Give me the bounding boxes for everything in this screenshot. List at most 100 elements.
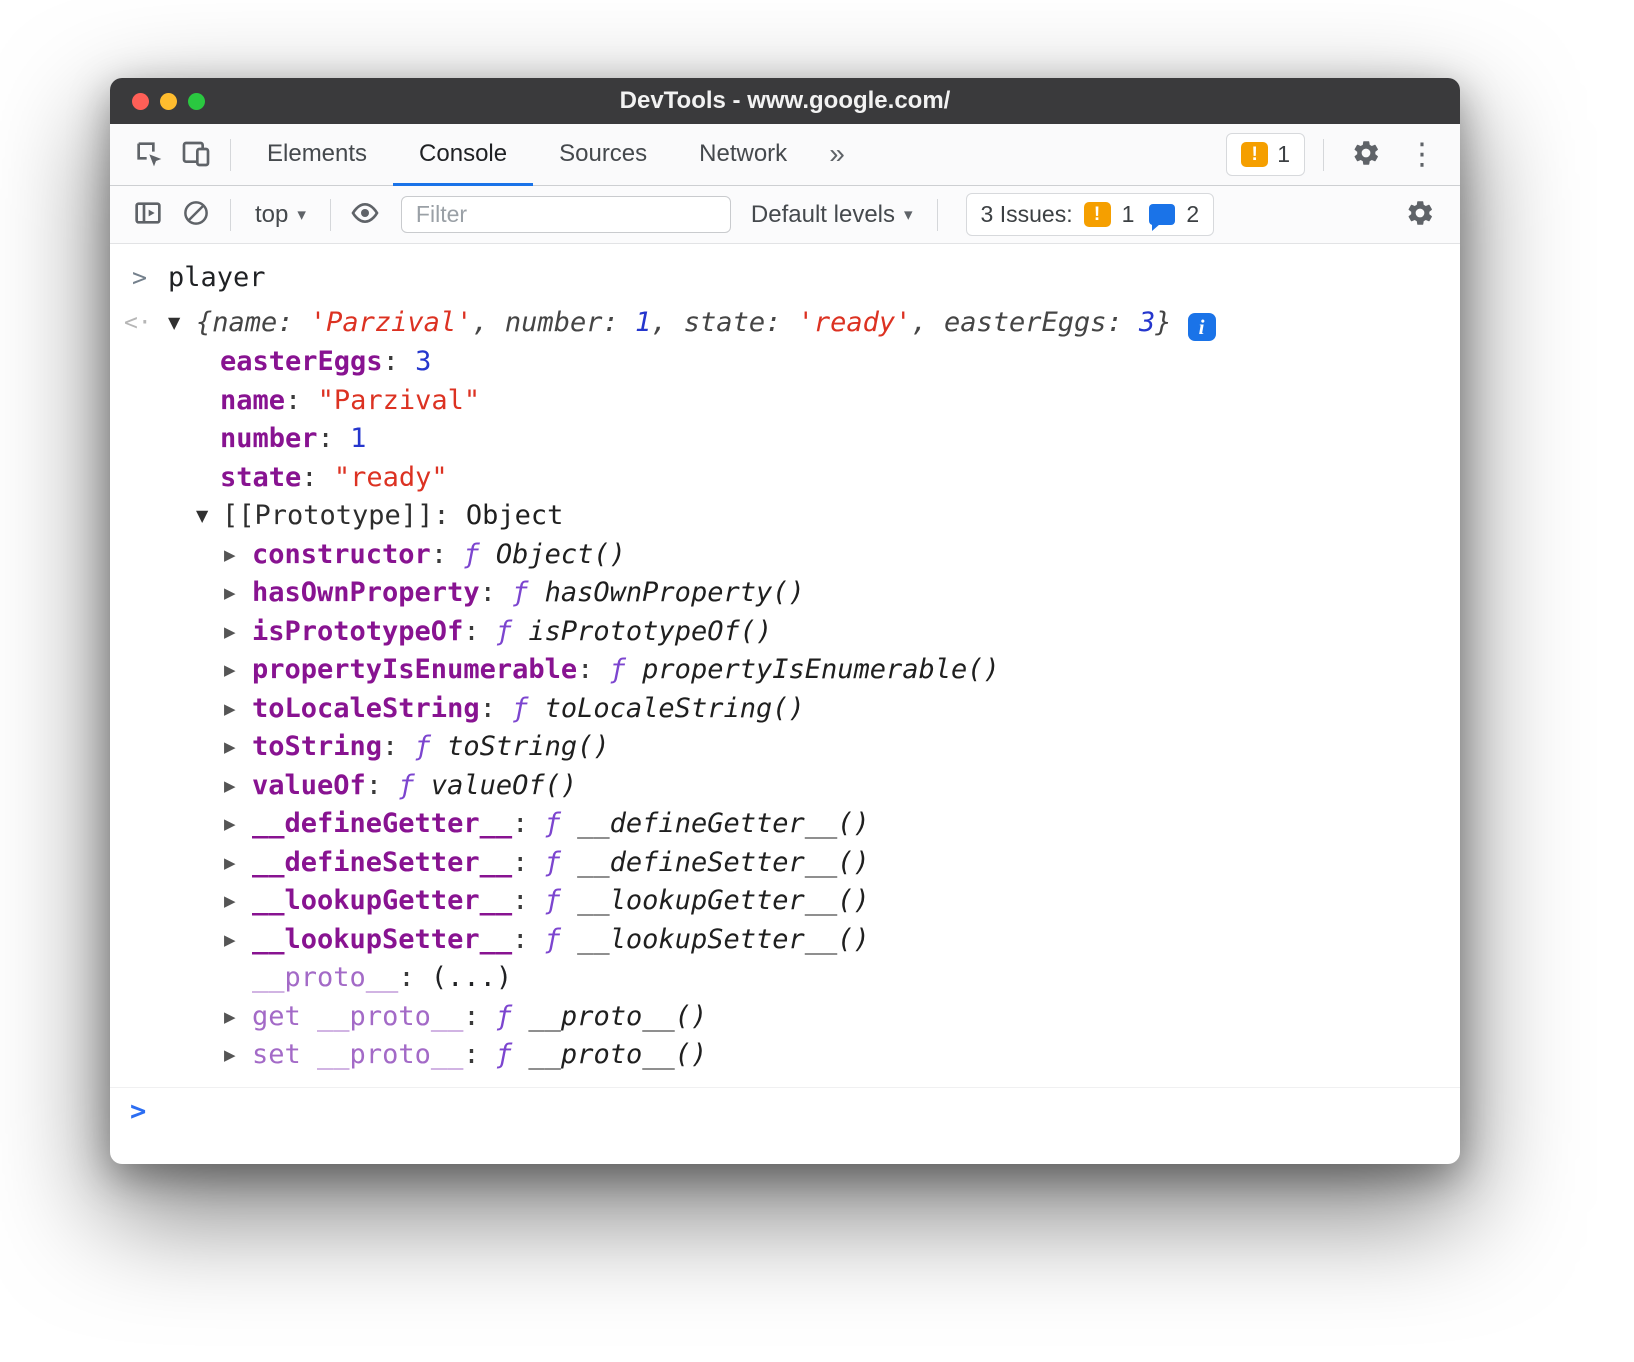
colon: : bbox=[512, 885, 528, 916]
preview-value: 1 bbox=[635, 307, 651, 338]
console-sidebar-toggle-button[interactable] bbox=[124, 191, 172, 239]
expand-triangle-icon[interactable]: ▶ bbox=[224, 728, 236, 767]
comma: , bbox=[911, 307, 927, 338]
console-toolbar: top ▾ Default levels ▾ 3 Issues: ! 1 2 bbox=[110, 186, 1460, 244]
colon: : bbox=[383, 346, 399, 377]
gear-icon bbox=[1351, 138, 1381, 171]
clear-console-button[interactable] bbox=[172, 191, 220, 239]
function-symbol: ƒ bbox=[545, 847, 561, 878]
divider bbox=[1323, 139, 1324, 171]
function-symbol: ƒ bbox=[415, 731, 431, 762]
collapse-triangle-icon[interactable]: ▼ bbox=[168, 304, 180, 343]
settings-button[interactable] bbox=[1342, 131, 1390, 179]
expand-triangle-icon[interactable]: ▶ bbox=[224, 844, 236, 883]
console-settings-button[interactable] bbox=[1396, 191, 1444, 239]
brace-open: { bbox=[196, 307, 212, 338]
warning-icon: ! bbox=[1241, 142, 1268, 167]
colon: : bbox=[512, 924, 528, 955]
method-row: ▶ isPrototypeOf: ƒ isPrototypeOf() bbox=[110, 613, 1460, 652]
zoom-window-button[interactable] bbox=[188, 93, 205, 110]
tab-network[interactable]: Network bbox=[673, 124, 813, 186]
expand-triangle-icon[interactable]: ▶ bbox=[224, 613, 236, 652]
property-key: state bbox=[220, 462, 301, 493]
function-signature: __lookupGetter__() bbox=[577, 885, 870, 916]
prototype-value: Object bbox=[466, 500, 564, 531]
getter-row: ▶ get __proto__: ƒ __proto__() bbox=[110, 998, 1460, 1037]
close-window-button[interactable] bbox=[132, 93, 149, 110]
property-value: 3 bbox=[415, 346, 431, 377]
divider bbox=[230, 199, 231, 231]
expand-triangle-icon[interactable]: ▶ bbox=[224, 1036, 236, 1075]
accessor-kind: set bbox=[252, 1039, 301, 1070]
function-signature: propertyIsEnumerable() bbox=[642, 654, 1000, 685]
preview-key: number bbox=[505, 307, 603, 338]
tab-label: Sources bbox=[559, 140, 647, 167]
divider bbox=[230, 139, 231, 171]
filter-input[interactable] bbox=[401, 196, 731, 233]
expand-triangle-icon[interactable]: ▶ bbox=[224, 882, 236, 921]
expand-triangle-icon[interactable]: ▶ bbox=[224, 805, 236, 844]
colon: : bbox=[431, 539, 447, 570]
console-prompt[interactable]: > bbox=[110, 1087, 1460, 1131]
issues-counter-button[interactable]: 3 Issues: ! 1 2 bbox=[966, 193, 1215, 236]
property-key: hasOwnProperty bbox=[252, 577, 480, 608]
colon: : bbox=[382, 731, 398, 762]
create-live-expression-button[interactable] bbox=[341, 191, 389, 239]
colon: : bbox=[463, 1001, 479, 1032]
context-selector-dropdown[interactable]: top ▾ bbox=[241, 201, 320, 229]
property-key: __defineGetter__ bbox=[252, 808, 512, 839]
preview-key: easterEggs bbox=[944, 307, 1107, 338]
function-signature: __lookupSetter__() bbox=[577, 924, 870, 955]
collapse-triangle-icon[interactable]: ▼ bbox=[196, 497, 208, 536]
more-tabs-button[interactable]: » bbox=[813, 124, 861, 186]
property-value: "Parzival" bbox=[318, 385, 481, 416]
chevron-down-icon: ▾ bbox=[297, 205, 306, 225]
error-counter-button[interactable]: ! 1 bbox=[1226, 133, 1305, 176]
function-signature: __defineSetter__() bbox=[577, 847, 870, 878]
colon: : bbox=[463, 616, 479, 647]
comma: , bbox=[651, 307, 667, 338]
expand-triangle-icon[interactable]: ▶ bbox=[224, 574, 236, 613]
method-row: ▶ propertyIsEnumerable: ƒ propertyIsEnum… bbox=[110, 651, 1460, 690]
window-controls bbox=[132, 78, 205, 124]
tab-console[interactable]: Console bbox=[393, 124, 533, 186]
minimize-window-button[interactable] bbox=[160, 93, 177, 110]
property-row: state: "ready" bbox=[110, 459, 1460, 498]
tab-sources[interactable]: Sources bbox=[533, 124, 673, 186]
eye-icon bbox=[349, 197, 381, 232]
colon: : bbox=[765, 307, 781, 338]
device-toolbar-button[interactable] bbox=[172, 131, 220, 179]
method-row: ▶ toString: ƒ toString() bbox=[110, 728, 1460, 767]
console-input-echo: > player bbox=[110, 256, 1460, 300]
tab-label: Elements bbox=[267, 140, 367, 167]
property-row: number: 1 bbox=[110, 420, 1460, 459]
method-row: ▶ valueOf: ƒ valueOf() bbox=[110, 767, 1460, 806]
error-count: 1 bbox=[1277, 141, 1290, 168]
expand-triangle-icon[interactable]: ▶ bbox=[224, 536, 236, 575]
expand-triangle-icon[interactable]: ▶ bbox=[224, 998, 236, 1037]
more-options-button[interactable]: ⋮ bbox=[1398, 131, 1446, 179]
expand-triangle-icon[interactable]: ▶ bbox=[224, 690, 236, 729]
window-title: DevTools - www.google.com/ bbox=[110, 87, 1460, 115]
tab-label: Console bbox=[419, 140, 507, 167]
function-signature: hasOwnProperty() bbox=[545, 577, 805, 608]
inspect-element-button[interactable] bbox=[124, 131, 172, 179]
property-key: __proto__ bbox=[252, 962, 398, 993]
expand-triangle-icon[interactable]: ▶ bbox=[224, 921, 236, 960]
log-levels-value: Default levels bbox=[751, 201, 895, 229]
property-key: toString bbox=[252, 731, 382, 762]
property-key: number bbox=[220, 423, 318, 454]
more-tabs-icon: » bbox=[829, 138, 845, 169]
expand-value-button[interactable]: (...) bbox=[431, 962, 512, 993]
log-levels-dropdown[interactable]: Default levels ▾ bbox=[737, 201, 927, 229]
property-key: __proto__ bbox=[317, 1039, 463, 1070]
function-signature: toString() bbox=[447, 731, 610, 762]
info-icon: i bbox=[1188, 313, 1216, 341]
expand-triangle-icon[interactable]: ▶ bbox=[224, 651, 236, 690]
sidebar-panel-icon bbox=[132, 197, 164, 232]
comma: , bbox=[472, 307, 488, 338]
tab-elements[interactable]: Elements bbox=[241, 124, 393, 186]
expand-triangle-icon[interactable]: ▶ bbox=[224, 767, 236, 806]
devtools-window: DevTools - www.google.com/ Elements Co bbox=[110, 78, 1460, 1164]
colon: : bbox=[463, 1039, 479, 1070]
